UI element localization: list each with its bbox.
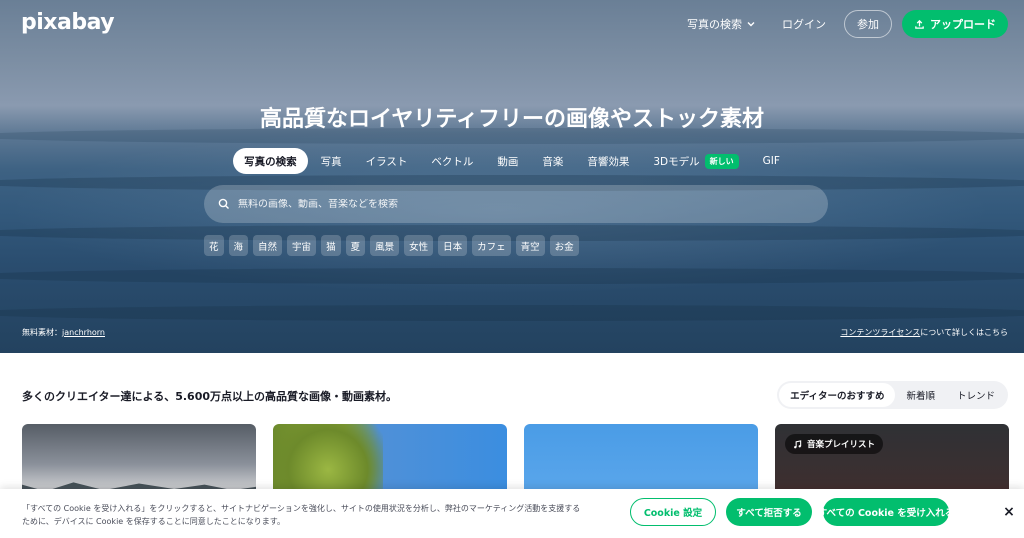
chip-japan[interactable]: 日本 [438, 235, 468, 256]
new-badge: 新しい [704, 153, 739, 169]
pixabay-logo[interactable]: pixabay [21, 10, 115, 35]
search-bar [204, 185, 828, 223]
sort-latest[interactable]: 新着順 [895, 383, 946, 407]
search-type-dropdown[interactable]: 写真の検索 [679, 11, 764, 37]
chip-landscape[interactable]: 風景 [370, 235, 400, 256]
chip-sea[interactable]: 海 [228, 235, 249, 256]
tab-photo-search[interactable]: 写真の検索 [233, 148, 308, 174]
credit-prefix: 無料素材： [22, 328, 62, 337]
upload-icon [915, 19, 924, 29]
tab-sound-effects[interactable]: 音響効果 [576, 148, 640, 174]
cookie-consent-text: 「すべての Cookie を受け入れる」をクリックすると、サイトナビゲーションを… [22, 504, 581, 526]
top-navigation: 写真の検索 ログイン 参加 アップロード [679, 10, 1008, 38]
license-link[interactable]: コンテンツライセンス [840, 328, 920, 337]
media-type-tabs: 写真の検索 写真 イラスト ベクトル 動画 音楽 音響効果 3Dモデル 新しい … [0, 148, 1024, 174]
upload-label: アップロード [930, 18, 996, 31]
cookie-banner: 「すべての Cookie を受け入れる」をクリックすると、サイトナビゲーションを… [0, 489, 1024, 538]
cookie-settings-button[interactable]: Cookie 設定 [630, 498, 716, 526]
login-link[interactable]: ログイン [774, 11, 834, 37]
upload-button[interactable]: アップロード [902, 10, 1008, 38]
chip-cafe[interactable]: カフェ [472, 235, 511, 256]
chip-money[interactable]: お金 [549, 235, 579, 256]
reject-all-button[interactable]: すべて拒否する [726, 498, 812, 526]
tab-illustrations[interactable]: イラスト [355, 148, 419, 174]
close-icon[interactable]: × [998, 501, 1020, 523]
license-suffix: について詳しくはこちら [920, 328, 1008, 337]
tab-photos[interactable]: 写真 [310, 148, 353, 174]
tab-3d-models[interactable]: 3Dモデル 新しい [642, 148, 749, 174]
search-icon [218, 198, 229, 209]
section-tagline: 多くのクリエイター達による、5.600万点以上の高品質な画像・動画素材。 [22, 390, 398, 403]
music-note-icon [794, 439, 802, 448]
chevron-down-icon [747, 22, 755, 27]
chip-flowers[interactable]: 花 [204, 235, 224, 256]
join-button[interactable]: 参加 [844, 10, 892, 38]
tab-music[interactable]: 音楽 [531, 148, 574, 174]
tab-vectors[interactable]: ベクトル [420, 148, 484, 174]
chip-cat[interactable]: 猫 [321, 235, 341, 256]
hero-banner: pixabay 写真の検索 ログイン 参加 アップロード 高品質なロイヤリティフ… [0, 0, 1024, 353]
tab-3d-models-label: 3Dモデル [653, 155, 700, 168]
search-input[interactable] [238, 198, 798, 210]
sort-trending[interactable]: トレンド [946, 383, 1006, 407]
playlist-label: 音楽プレイリスト [807, 440, 876, 450]
chip-woman[interactable]: 女性 [404, 235, 434, 256]
tab-videos[interactable]: 動画 [486, 148, 529, 174]
credit-author-link[interactable]: janchrhorn [62, 328, 105, 337]
hero-headline: 高品質なロイヤリティフリーの画像やストック素材 [259, 107, 765, 132]
sort-editors-choice[interactable]: エディターのおすすめ [779, 383, 896, 407]
accept-all-cookies-button[interactable]: すべての Cookie を受け入れる [818, 498, 954, 526]
hero-wave [0, 268, 1024, 284]
chip-nature[interactable]: 自然 [253, 235, 283, 256]
license-note: コンテンツライセンスについて詳しくはこちら [840, 327, 1008, 338]
hero-wave [0, 305, 1024, 321]
sort-tabs: エディターのおすすめ 新着順 トレンド [777, 381, 1008, 409]
suggestion-chips: 花 海 自然 宇宙 猫 夏 風景 女性 日本 カフェ 青空 お金 [204, 235, 579, 256]
tab-gif[interactable]: GIF [752, 148, 791, 174]
photo-credit: 無料素材：janchrhorn [22, 327, 105, 338]
chip-space[interactable]: 宇宙 [287, 235, 317, 256]
search-type-label: 写真の検索 [687, 18, 742, 31]
chip-blue-sky[interactable]: 青空 [515, 235, 545, 256]
chip-summer[interactable]: 夏 [345, 235, 366, 256]
playlist-badge: 音楽プレイリスト [785, 434, 884, 454]
